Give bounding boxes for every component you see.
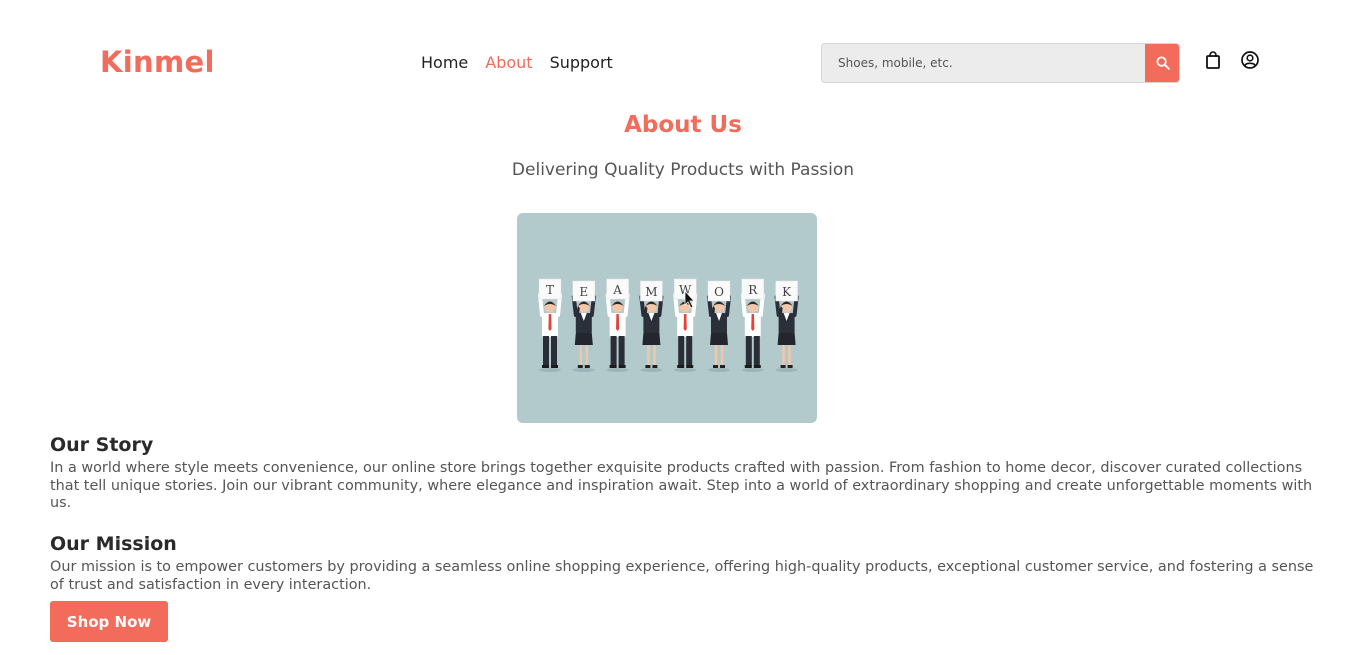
figure-shoe: [577, 365, 583, 368]
letter-card-text: A: [612, 283, 622, 297]
letter-card-text: R: [748, 283, 758, 297]
figure-shoe: [645, 365, 651, 368]
mission-heading: Our Mission: [50, 533, 177, 555]
figure-shoe: [720, 365, 725, 368]
nav-about[interactable]: About: [485, 52, 532, 74]
shop-now-button[interactable]: Shop Now: [50, 601, 168, 642]
page-title: About Us: [624, 112, 742, 138]
figure-shoe: [780, 365, 786, 368]
figure-shoe: [584, 365, 590, 368]
shopping-bag-icon: [1206, 51, 1220, 69]
figure-shoe: [713, 365, 718, 368]
account-button[interactable]: [1240, 50, 1260, 70]
page-subtitle: Delivering Quality Products with Passion: [511, 160, 855, 180]
figure-leg: [753, 336, 760, 366]
story-text: In a world where style meets convenience…: [50, 460, 1313, 511]
search-button[interactable]: [1145, 44, 1179, 82]
figure-skirt: [642, 333, 661, 345]
figure-leg: [551, 336, 557, 366]
brand-logo[interactable]: Kinmel: [100, 44, 215, 80]
letter-card-text: T: [546, 283, 554, 297]
mission-text: Our mission is to empower customers by p…: [50, 559, 1314, 593]
teamwork-image: TEAMWORK: [538, 278, 799, 372]
letter-card-text: M: [645, 285, 657, 299]
figure-tie: [548, 314, 552, 331]
figure-shoe: [677, 365, 685, 368]
figure-shadow: [741, 368, 764, 372]
search-bar: [821, 43, 1180, 83]
figure-shoe: [787, 365, 793, 368]
figure-leg: [686, 336, 693, 366]
figure-shadow: [708, 368, 730, 372]
nav-support[interactable]: Support: [550, 52, 613, 74]
figure-skirt: [777, 333, 796, 345]
story-heading: Our Story: [50, 434, 154, 456]
letter-card-text: K: [782, 285, 792, 299]
figure-tie: [751, 314, 755, 331]
figure-leg: [745, 336, 752, 366]
main-nav: Home About Support: [421, 52, 630, 74]
figure-shoe: [551, 365, 558, 368]
nav-home[interactable]: Home: [421, 52, 468, 74]
letter-card-text: O: [714, 285, 724, 299]
figure-shadow: [775, 368, 798, 372]
figure-shadow: [606, 368, 629, 372]
figure-skirt: [710, 333, 728, 345]
search-input[interactable]: [822, 44, 1146, 82]
figure-shoe: [609, 365, 617, 368]
letter-card-text: E: [579, 285, 588, 299]
figure-shoe: [686, 365, 694, 368]
figure-shadow: [539, 368, 561, 372]
figure-shadow: [674, 368, 697, 372]
figure-shoe: [618, 365, 626, 368]
teamwork-illustration: TEAMWORK: [517, 213, 817, 423]
figure-tie: [683, 314, 687, 331]
figure-leg: [543, 336, 549, 366]
user-circle-icon: [1241, 51, 1259, 69]
figure-shadow: [572, 368, 595, 372]
figure-skirt: [574, 333, 593, 345]
figure-leg: [610, 336, 617, 366]
figure-shoe: [542, 365, 549, 368]
figure-shoe: [652, 365, 658, 368]
figure-leg: [678, 336, 685, 366]
cart-button[interactable]: [1203, 50, 1223, 70]
search-icon: [1156, 56, 1170, 70]
figure-shoe: [744, 365, 752, 368]
figure-shoe: [753, 365, 761, 368]
figure-shadow: [640, 368, 663, 372]
figure-tie: [616, 314, 620, 331]
figure-leg: [618, 336, 625, 366]
